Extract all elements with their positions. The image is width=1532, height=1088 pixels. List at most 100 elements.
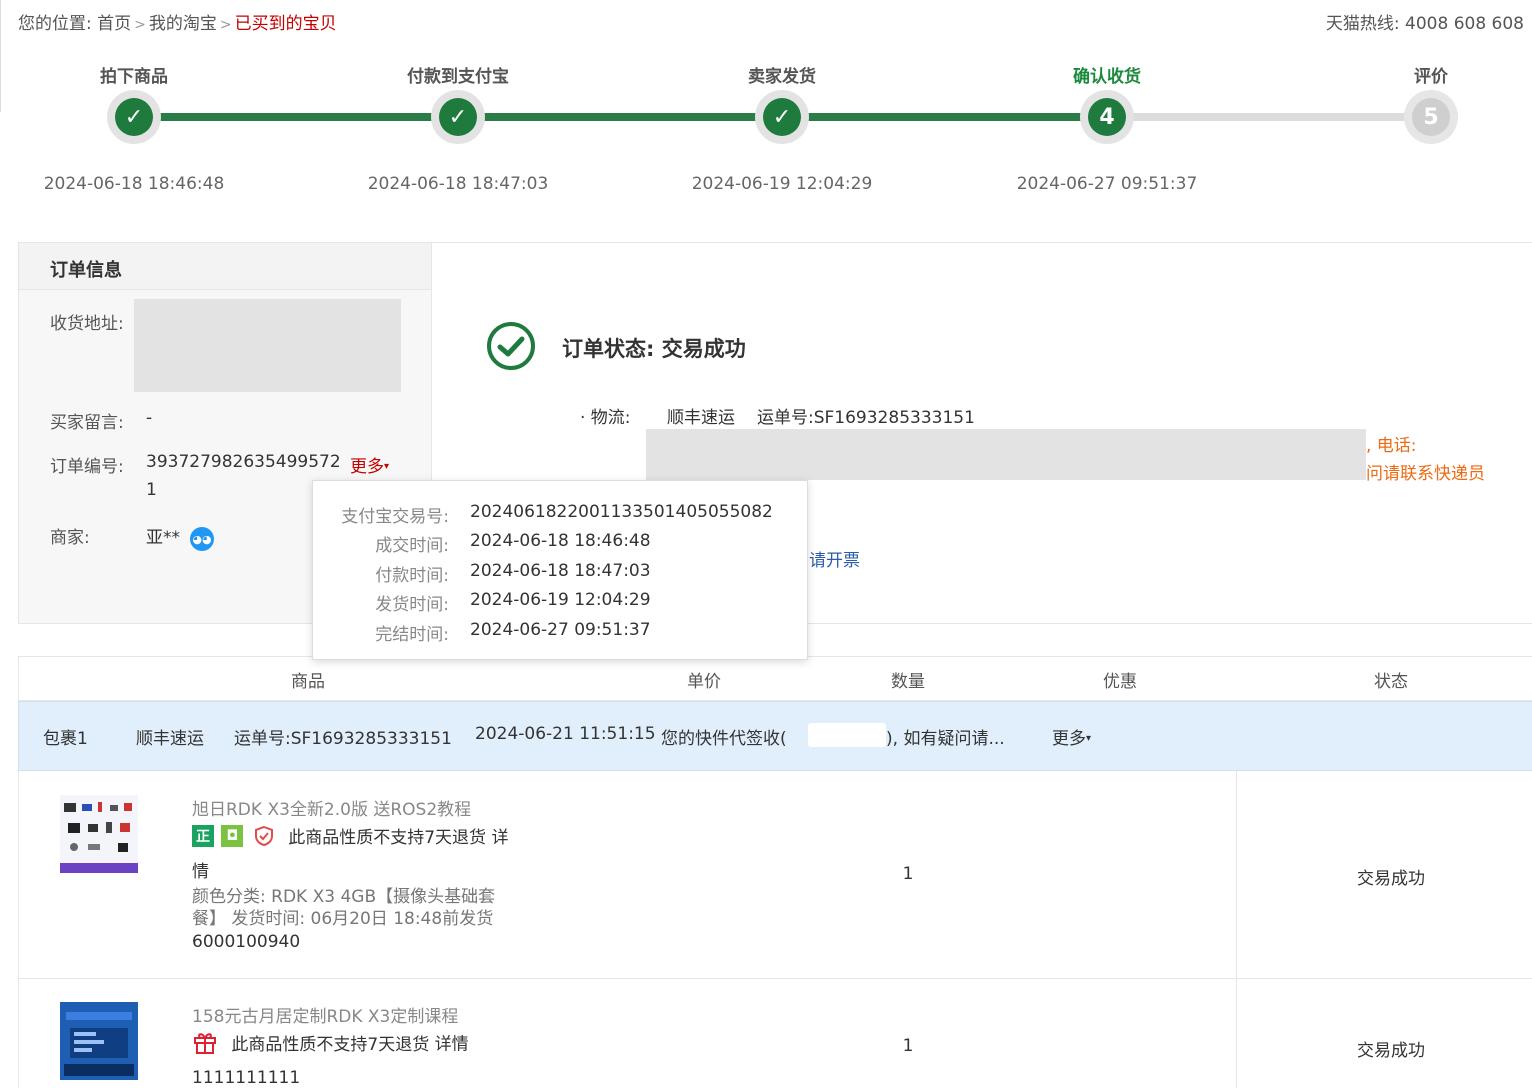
progress-track-done	[134, 113, 1107, 121]
buyer-message-value: -	[146, 408, 153, 428]
merchant-value: 亚**	[146, 528, 180, 548]
product-status-2: 交易成功	[1357, 1041, 1425, 1061]
tmall-hotline: 天猫热线: 4008 608 608	[1325, 14, 1524, 34]
product-title-2[interactable]: 158元古月居定制RDK X3定制课程	[192, 1002, 458, 1027]
step-time-3: 2024-06-19 12:04:29	[691, 174, 873, 194]
step-node-2: ✓	[431, 90, 485, 144]
check-icon: ✓	[115, 98, 153, 136]
step-label-4: 确认收货	[1073, 67, 1141, 87]
header-status: 状态	[1374, 672, 1408, 692]
popup-label: 支付宝交易号:	[341, 507, 449, 527]
logistics-redacted	[646, 429, 1366, 480]
return-policy-notice: 此商品性质不支持7天退货	[288, 828, 487, 848]
step-node-5: 5	[1404, 90, 1458, 144]
order-number-tail: 1	[146, 480, 157, 500]
breadcrumb-home[interactable]: 首页	[97, 14, 131, 34]
package-more-link[interactable]: 更多▾	[1052, 724, 1091, 749]
detail-link[interactable]: 详情	[435, 1035, 469, 1055]
product-title-1[interactable]: 旭日RDK X3全新2.0版 送ROS2教程	[192, 795, 471, 820]
package-message-start: 您的快件代签收(	[661, 729, 787, 749]
step-time-4: 2024-06-27 09:51:37	[1016, 174, 1198, 194]
step-time-2: 2024-06-18 18:47:03	[367, 174, 549, 194]
popup-value: 2024-06-18 18:47:03	[470, 561, 651, 581]
header-product: 商品	[291, 672, 325, 692]
logistics-carrier: 顺丰速运	[667, 408, 735, 428]
header-unit-price: 单价	[687, 672, 721, 692]
package-carrier: 顺丰速运	[136, 729, 204, 749]
product-code-1: 6000100940	[192, 932, 301, 952]
popup-value: 2024-06-27 09:51:37	[470, 620, 651, 640]
breadcrumb-bought-items[interactable]: 已买到的宝贝	[235, 14, 337, 34]
step-label-3: 卖家发货	[748, 67, 816, 87]
progress-track-todo	[1107, 113, 1431, 121]
product-status-1: 交易成功	[1357, 869, 1425, 889]
address-label: 收货地址:	[50, 314, 124, 334]
package-name: 包裹1	[43, 729, 88, 749]
step-label-1: 拍下商品	[100, 67, 168, 87]
invoice-link[interactable]: 请开票	[809, 546, 860, 571]
breadcrumb-separator: >	[134, 17, 146, 33]
product-title-text: 旭日RDK X3全新2.0版 送ROS2教程	[192, 800, 472, 820]
product-quantity-2: 1	[902, 1036, 914, 1056]
genuine-badge-icon: 正	[192, 824, 214, 847]
step-node-4: 4	[1080, 90, 1134, 144]
popup-label: 成交时间:	[375, 536, 449, 556]
order-number-label: 订单编号:	[50, 457, 124, 477]
popup-label: 完结时间:	[375, 625, 449, 645]
step-number-4: 4	[1088, 98, 1126, 136]
order-detail-popup: 支付宝交易号: 2024061822001133501405055082 成交时…	[312, 480, 808, 660]
left-edge-divider	[0, 0, 1, 112]
product-quantity-1: 1	[902, 864, 914, 884]
product-image-course[interactable]	[60, 1002, 138, 1080]
package-time: 2024-06-21 11:51:15	[475, 724, 656, 744]
step-label-2: 付款到支付宝	[407, 67, 509, 87]
package-message-end[interactable]: ), 如有疑问请...	[886, 724, 1005, 749]
merchant-label: 商家:	[50, 528, 90, 548]
check-icon: ✓	[763, 98, 801, 136]
address-redacted	[134, 299, 401, 392]
step-time-1: 2024-06-18 18:46:48	[43, 174, 225, 194]
popup-value: 2024-06-18 18:46:48	[470, 531, 651, 551]
step-number-5: 5	[1412, 98, 1450, 136]
popup-label: 付款时间:	[375, 566, 449, 586]
more-label: 更多	[350, 457, 384, 477]
step-label-5: 评价	[1414, 67, 1448, 87]
product-code-2: 1111111111	[192, 1068, 301, 1088]
courier-contact-text: 问请联系快递员	[1366, 464, 1485, 484]
step-node-1: ✓	[107, 90, 161, 144]
order-more-link[interactable]: 更多▾	[350, 452, 389, 477]
product-image-rdk-x3[interactable]	[60, 795, 138, 873]
detail-link-part2[interactable]: 情	[192, 857, 209, 882]
logistics-label: · 物流:	[580, 408, 631, 428]
popup-value: 2024061822001133501405055082	[470, 502, 773, 522]
package-tracking: 运单号:SF1693285333151	[234, 729, 452, 749]
return-policy-notice: 此商品性质不支持7天退货	[231, 1034, 430, 1055]
breadcrumb-separator: >	[219, 17, 232, 33]
table-header	[18, 656, 1532, 701]
breadcrumb-my-taobao[interactable]: 我的淘宝	[149, 14, 217, 34]
check-icon: ✓	[439, 98, 477, 136]
header-discount: 优惠	[1103, 672, 1137, 692]
success-circle-icon	[487, 322, 535, 370]
step-node-3: ✓	[755, 90, 809, 144]
buyer-message-label: 买家留言:	[50, 413, 124, 433]
popup-label: 发货时间:	[375, 595, 449, 615]
logistics-tracking: 运单号:SF1693285333151	[757, 408, 975, 428]
package-more-label: 更多	[1052, 729, 1086, 749]
courier-phone-label: , 电话:	[1366, 436, 1417, 456]
detail-link-part1[interactable]: 详	[491, 828, 508, 848]
shield-icon	[254, 825, 273, 846]
product-badges-2: 此商品性质不支持7天退货 详情	[192, 1029, 469, 1055]
product-spec-line2: 餐】 发货时间: 06月20日 18:48前发货	[192, 909, 494, 929]
package-redacted	[808, 723, 886, 747]
product-title-text: 158元古月居定制RDK X3定制课程	[192, 1007, 459, 1027]
popup-value: 2024-06-19 12:04:29	[470, 590, 651, 610]
order-info-title: 订单信息	[50, 260, 122, 281]
product-badges-1: 正 ◘ 此商品性质不支持7天退货 详	[192, 823, 508, 848]
breadcrumb-prefix: 您的位置:	[18, 14, 92, 34]
header-quantity: 数量	[891, 672, 925, 692]
gift-icon	[194, 1033, 216, 1054]
order-number-value: 393727982635499572	[146, 452, 341, 472]
chevron-down-icon: ▾	[1086, 733, 1092, 744]
wangwang-icon[interactable]: ◕◕	[190, 527, 214, 551]
